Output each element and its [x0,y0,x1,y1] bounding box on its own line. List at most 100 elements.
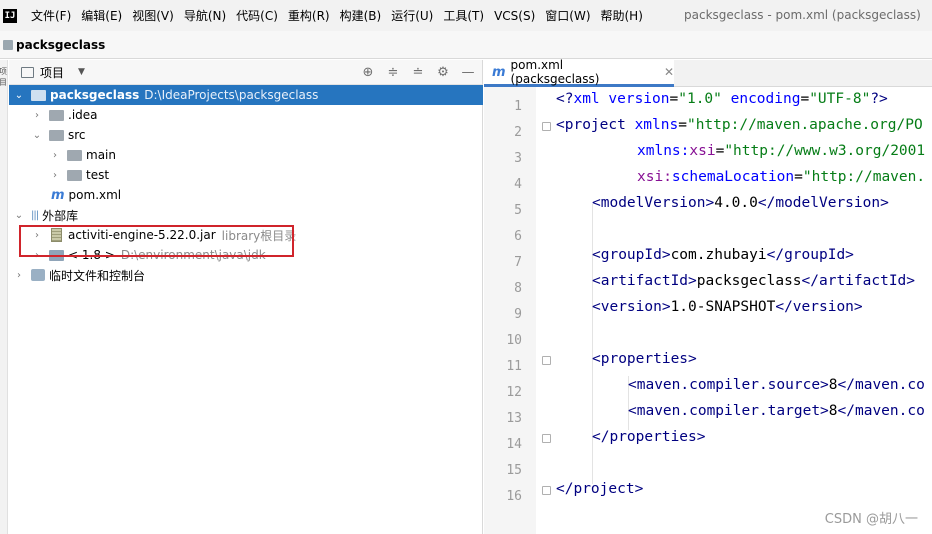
code-token: <groupId> [592,247,671,263]
tree-item-label: .idea [68,108,98,122]
tree-item-label: 临时文件和控制台 [49,268,146,283]
editor-tab-bar: m pom.xml (packsgeclass) ✕ [484,58,932,87]
line-number-gutter: 1 2 3 4 5 6 7 8 9 10 11 12 13 14 15 16 [484,87,536,534]
line-number: 10 [506,333,522,348]
line-number: 12 [506,385,522,400]
tree-item-src[interactable]: ⌄ src [9,125,483,145]
menu-navigate[interactable]: 导航(N) [184,7,226,24]
code-token: 8 [828,377,838,393]
folder-icon [49,109,64,121]
code-line-4[interactable]: xsi:schemaLocation="http://maven. [637,169,925,185]
annotation-highlight-box [19,225,294,257]
code-token: </groupId> [766,247,854,263]
tree-item-label: main [86,148,116,162]
tab-pom-xml[interactable]: m pom.xml (packsgeclass) ✕ [484,58,674,87]
fold-marker[interactable] [542,122,551,131]
code-token: xsi [689,143,716,159]
menu-build[interactable]: 构建(B) [340,7,382,24]
code-line-1[interactable]: <?xml version="1.0" encoding="UTF-8"?> [556,91,888,107]
code-line-11[interactable]: <properties> [592,351,697,367]
collapse-all-icon[interactable]: ≐ [410,65,426,81]
code-line-8[interactable]: <artifactId>packsgeclass</artifactId> [592,273,915,289]
fold-marker[interactable] [542,356,551,365]
gear-icon[interactable]: ⚙ [435,65,451,81]
code-token: = [800,91,810,107]
expand-all-icon[interactable]: ≑ [385,65,401,81]
menu-run[interactable]: 运行(U) [391,7,433,24]
code-token: 1.0-SNAPSHOT [670,299,776,315]
chevron-right-icon[interactable]: › [49,150,61,161]
chevron-right-icon[interactable]: › [49,170,61,181]
code-token: <? [556,91,574,107]
line-number: 6 [514,229,522,244]
menu-refactor[interactable]: 重构(R) [288,7,330,24]
code-token: xsi: [637,169,672,185]
menu-window[interactable]: 窗口(W) [545,7,590,24]
line-number: 11 [506,359,522,374]
menu-file[interactable]: 文件(F) [31,7,71,24]
code-token: 4.0.0 [714,195,758,211]
menu-edit[interactable]: 编辑(E) [81,7,122,24]
code-token: "http://maven.apache.org/PO [686,117,923,133]
project-tool-window-button[interactable]: 项目 [0,66,7,88]
menu-help[interactable]: 帮助(H) [601,7,643,24]
code-line-16[interactable]: </project> [556,481,643,497]
left-tool-strip: 项目 [0,60,8,534]
line-number: 14 [506,437,522,452]
locate-icon[interactable]: ⊕ [360,65,376,81]
code-line-7[interactable]: <groupId>com.zhubayi</groupId> [592,247,854,263]
code-token: encoding [721,91,801,107]
code-line-3[interactable]: xmlns:xsi="http://www.w3.org/2001 [637,143,925,159]
menu-vcs[interactable]: VCS(S) [494,9,535,23]
menu-tools[interactable]: 工具(T) [443,7,484,24]
chevron-right-icon[interactable]: › [13,270,25,281]
tree-item-test[interactable]: › test [9,165,483,185]
code-line-13[interactable]: <maven.compiler.target>8</maven.co [628,403,925,419]
module-folder-icon [31,89,46,101]
editor-pane: m pom.xml (packsgeclass) ✕ 1 2 3 4 5 6 7… [484,58,932,534]
menu-code[interactable]: 代码(C) [236,7,278,24]
line-number: 15 [506,463,522,478]
tree-item-root[interactable]: ⌄ packsgeclass D:\IdeaProjects\packsgecl… [9,85,483,105]
project-panel-title[interactable]: 项目 [40,64,64,81]
code-line-2[interactable]: <project xmlns="http://maven.apache.org/… [556,117,923,133]
line-number: 3 [514,151,522,166]
code-line-9[interactable]: <version>1.0-SNAPSHOT</version> [592,299,863,315]
code-line-5[interactable]: <modelVersion>4.0.0</modelVersion> [592,195,889,211]
tree-item-pom[interactable]: m pom.xml [9,185,483,205]
tree-item-label: src [68,128,86,142]
project-panel: 项目 ▼ ⊕ ≑ ≐ ⚙ — ⌄ packsgeclass D:\IdeaPro… [9,60,483,534]
chevron-right-icon[interactable]: › [31,110,43,121]
intellij-logo-icon: IJ [3,8,17,23]
fold-marker[interactable] [542,434,551,443]
chevron-down-icon[interactable]: ▼ [78,67,85,77]
line-number: 7 [514,255,522,270]
close-icon[interactable]: ✕ [664,65,674,79]
chevron-down-icon[interactable]: ⌄ [31,130,43,141]
code-token: xmlns: [637,143,690,159]
code-token: </artifactId> [801,273,916,289]
tree-item-main[interactable]: › main [9,145,483,165]
fold-marker[interactable] [542,486,551,495]
chevron-down-icon[interactable]: ⌄ [13,210,25,221]
menu-view[interactable]: 视图(V) [132,7,174,24]
project-view-icon [21,66,34,78]
code-line-12[interactable]: <maven.compiler.source>8</maven.co [628,377,925,393]
folder-icon [49,129,64,141]
tree-item-external-libraries[interactable]: ⌄ ||| 外部库 [9,205,483,225]
chevron-down-icon[interactable]: ⌄ [13,90,25,101]
line-number: 2 [514,125,522,140]
tree-item-label: 外部库 [42,208,79,223]
project-panel-header: 项目 ▼ ⊕ ≑ ≐ ⚙ — [9,60,482,85]
code-token: xml version [573,91,670,107]
minimize-icon[interactable]: — [460,65,476,81]
maven-icon: m [492,64,506,80]
code-token: = [678,117,687,133]
code-token: = [669,91,679,107]
breadcrumb-project[interactable]: packsgeclass [16,38,105,52]
code-token: 8 [828,403,838,419]
tree-item-scratches[interactable]: › 临时文件和控制台 [9,265,483,285]
tree-item-idea[interactable]: › .idea [9,105,483,125]
code-token: "1.0" [678,91,722,107]
code-line-14[interactable]: </properties> [592,429,706,445]
